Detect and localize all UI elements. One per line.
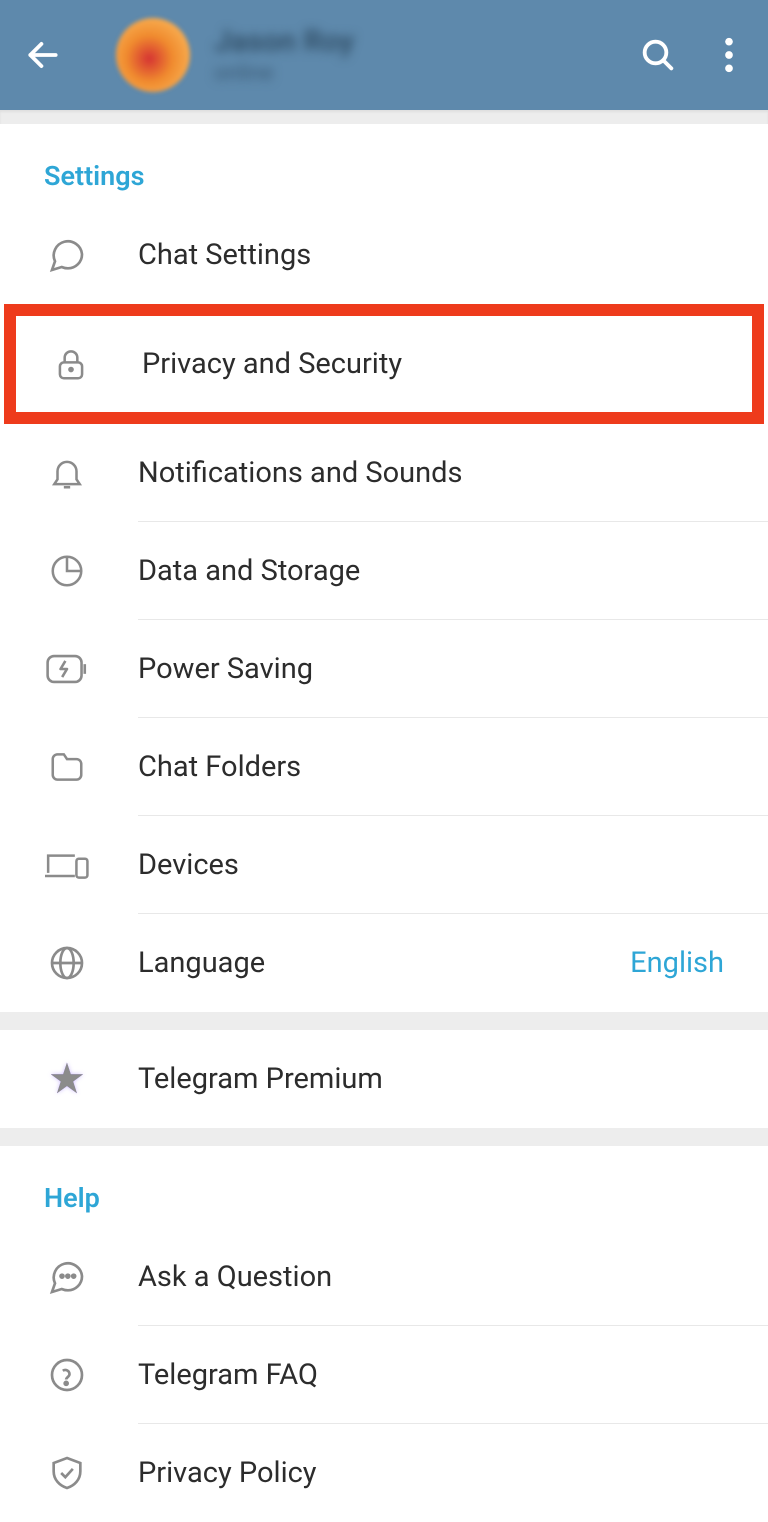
more-icon bbox=[724, 35, 734, 75]
help-item-label: Telegram FAQ bbox=[138, 1358, 318, 1392]
help-section-title: Help bbox=[0, 1146, 768, 1228]
lock-icon bbox=[48, 345, 94, 383]
ask-icon bbox=[44, 1257, 90, 1297]
profile-status: online bbox=[214, 61, 614, 86]
settings-section: Settings Chat Settings Privacy and Secur… bbox=[0, 124, 768, 1012]
settings-item-label: Telegram Premium bbox=[138, 1062, 383, 1096]
settings-item-telegram-premium[interactable]: ★ Telegram Premium bbox=[0, 1030, 768, 1128]
settings-item-label: Chat Folders bbox=[138, 750, 301, 784]
settings-item-value: English bbox=[630, 946, 724, 980]
premium-section: ★ Telegram Premium bbox=[0, 1030, 768, 1128]
globe-icon bbox=[44, 943, 90, 983]
settings-item-label: Power Saving bbox=[138, 652, 313, 686]
shield-icon bbox=[44, 1453, 90, 1493]
chat-icon bbox=[44, 235, 90, 275]
settings-item-label: Devices bbox=[138, 848, 239, 882]
settings-item-power-saving[interactable]: Power Saving bbox=[0, 620, 768, 718]
help-item-ask-question[interactable]: Ask a Question bbox=[0, 1228, 768, 1326]
devices-icon bbox=[44, 849, 90, 881]
faq-icon bbox=[44, 1355, 90, 1395]
search-button[interactable] bbox=[638, 35, 678, 75]
app-header: Jason Roy online bbox=[0, 0, 768, 110]
back-arrow-icon bbox=[24, 36, 62, 74]
settings-item-label: Language bbox=[138, 946, 265, 980]
settings-item-chat-settings[interactable]: Chat Settings bbox=[0, 206, 768, 304]
settings-item-label: Privacy and Security bbox=[142, 347, 402, 381]
help-item-faq[interactable]: Telegram FAQ bbox=[0, 1326, 768, 1424]
help-item-label: Privacy Policy bbox=[138, 1456, 317, 1490]
more-button[interactable] bbox=[724, 35, 734, 75]
settings-item-chat-folders[interactable]: Chat Folders bbox=[0, 718, 768, 816]
settings-section-title: Settings bbox=[0, 124, 768, 206]
back-button[interactable] bbox=[24, 36, 62, 74]
settings-item-label: Notifications and Sounds bbox=[138, 456, 462, 490]
settings-item-devices[interactable]: Devices bbox=[0, 816, 768, 914]
settings-item-label: Chat Settings bbox=[138, 238, 311, 272]
power-icon bbox=[44, 652, 90, 686]
header-title-block[interactable]: Jason Roy online bbox=[214, 24, 614, 86]
help-section: Help Ask a Question Telegram FAQ Privacy… bbox=[0, 1146, 768, 1522]
highlight-frame: Privacy and Security bbox=[4, 304, 764, 424]
star-icon: ★ bbox=[44, 1054, 90, 1104]
settings-item-notifications[interactable]: Notifications and Sounds bbox=[0, 424, 768, 522]
profile-name: Jason Roy bbox=[214, 24, 614, 59]
settings-item-privacy-security[interactable]: Privacy and Security bbox=[16, 316, 752, 412]
help-item-label: Ask a Question bbox=[138, 1260, 332, 1294]
pie-icon bbox=[44, 552, 90, 590]
settings-item-label: Data and Storage bbox=[138, 554, 360, 588]
bell-icon bbox=[44, 454, 90, 492]
settings-item-language[interactable]: Language English bbox=[0, 914, 768, 1012]
folder-icon bbox=[44, 748, 90, 786]
help-item-privacy-policy[interactable]: Privacy Policy bbox=[0, 1424, 768, 1522]
settings-item-data-storage[interactable]: Data and Storage bbox=[0, 522, 768, 620]
avatar[interactable] bbox=[116, 18, 190, 92]
search-icon bbox=[638, 35, 678, 75]
